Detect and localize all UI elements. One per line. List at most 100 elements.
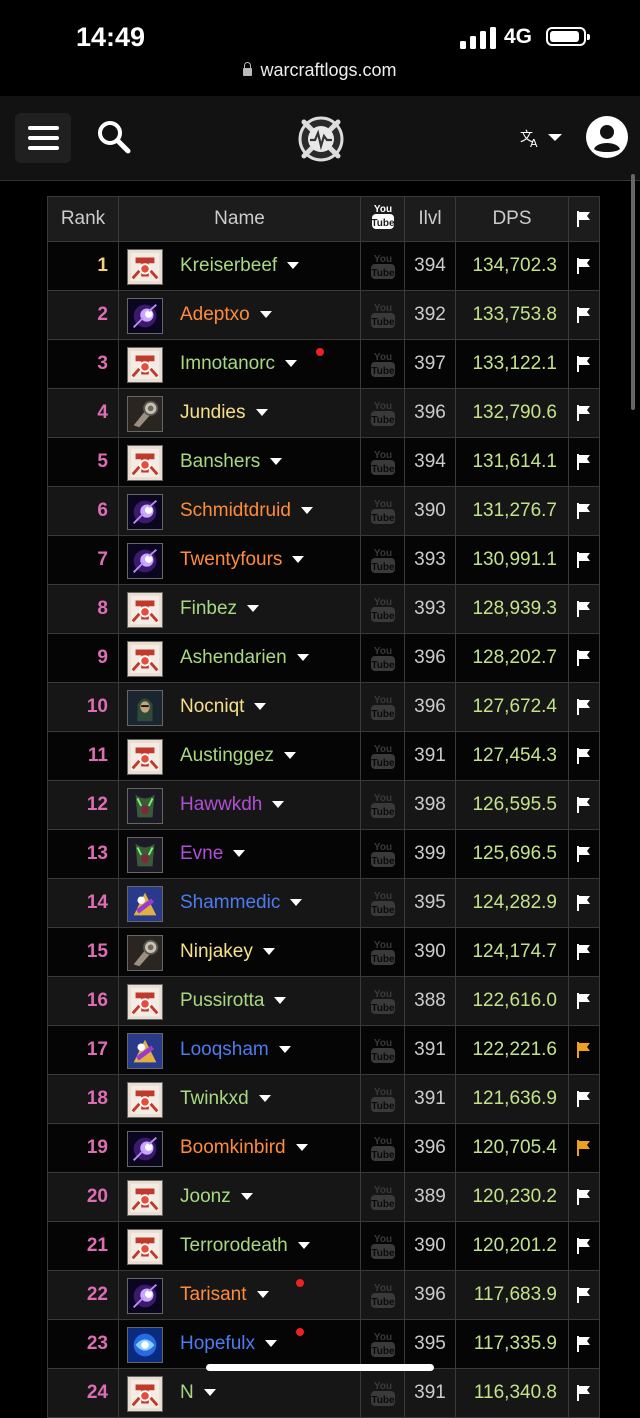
player-cell[interactable]: Kreiserbeef xyxy=(118,241,361,291)
flag-cell[interactable] xyxy=(568,1123,600,1173)
chevron-down-icon[interactable] xyxy=(290,899,303,907)
player-cell[interactable]: Finbez xyxy=(118,584,361,634)
header-ilvl[interactable]: Ilvl xyxy=(404,196,456,242)
flag-icon[interactable] xyxy=(577,1384,591,1401)
youtube-icon[interactable]: You Tube xyxy=(370,1280,396,1310)
player-name-link[interactable]: Finbez xyxy=(180,598,260,620)
flag-icon[interactable] xyxy=(577,404,591,421)
chevron-down-icon[interactable] xyxy=(256,1291,269,1299)
flag-cell[interactable] xyxy=(568,1270,600,1320)
player-cell[interactable]: Hopefulx xyxy=(118,1319,361,1369)
chevron-down-icon[interactable] xyxy=(203,1389,216,1397)
flag-icon[interactable] xyxy=(577,698,591,715)
chevron-down-icon[interactable] xyxy=(240,1193,253,1201)
flag-cell[interactable] xyxy=(568,878,600,928)
flag-icon[interactable] xyxy=(577,894,591,911)
youtube-cell[interactable]: You Tube xyxy=(360,241,405,291)
youtube-cell[interactable]: You Tube xyxy=(360,976,405,1026)
header-rank[interactable]: Rank xyxy=(47,196,119,242)
search-icon[interactable] xyxy=(96,119,132,155)
chevron-down-icon[interactable] xyxy=(254,703,267,711)
menu-button[interactable] xyxy=(15,113,71,163)
youtube-cell[interactable]: You Tube xyxy=(360,290,405,340)
youtube-cell[interactable]: You Tube xyxy=(360,731,405,781)
flag-icon[interactable] xyxy=(577,992,591,1009)
chevron-down-icon[interactable] xyxy=(300,507,313,515)
table-row[interactable]: 20 Joonz You Tube 389 120,230.2 xyxy=(47,1172,600,1222)
player-cell[interactable]: Jundies xyxy=(118,388,361,438)
table-row[interactable]: 11 Austinggez You Tube 391 127,454.3 xyxy=(47,731,600,781)
youtube-icon[interactable]: You Tube xyxy=(370,643,396,673)
player-name-link[interactable]: N xyxy=(180,1382,216,1404)
chevron-down-icon[interactable] xyxy=(296,654,309,662)
chevron-down-icon[interactable] xyxy=(285,360,298,368)
flag-icon[interactable] xyxy=(577,1286,591,1303)
youtube-cell[interactable]: You Tube xyxy=(360,1368,405,1418)
youtube-icon[interactable]: You Tube xyxy=(370,447,396,477)
warcraftlogs-logo-icon[interactable] xyxy=(296,114,346,164)
player-cell[interactable]: Terrorodeath xyxy=(118,1221,361,1271)
youtube-icon[interactable]: You Tube xyxy=(370,1378,396,1408)
chevron-down-icon[interactable] xyxy=(287,262,300,270)
flag-icon[interactable] xyxy=(577,1139,591,1156)
player-cell[interactable]: Schmidtdruid xyxy=(118,486,361,536)
youtube-icon[interactable]: You Tube xyxy=(370,1133,396,1163)
chevron-down-icon[interactable] xyxy=(262,948,275,956)
youtube-cell[interactable]: You Tube xyxy=(360,1319,405,1369)
flag-icon[interactable] xyxy=(577,453,591,470)
player-cell[interactable]: Boomkinbird xyxy=(118,1123,361,1173)
flag-icon[interactable] xyxy=(577,1041,591,1058)
chevron-down-icon[interactable] xyxy=(274,997,287,1005)
table-row[interactable]: 15 Ninjakey You Tube 390 124,174.7 xyxy=(47,927,600,977)
flag-cell[interactable] xyxy=(568,1025,600,1075)
table-row[interactable]: 21 Terrorodeath You Tube 390 120,201.2 xyxy=(47,1221,600,1271)
youtube-cell[interactable]: You Tube xyxy=(360,535,405,585)
table-row[interactable]: 13 Evne You Tube 399 125,696.5 xyxy=(47,829,600,879)
player-cell[interactable]: Austinggez xyxy=(118,731,361,781)
player-cell[interactable]: Adeptxo xyxy=(118,290,361,340)
youtube-cell[interactable]: You Tube xyxy=(360,1025,405,1075)
flag-cell[interactable] xyxy=(568,1319,600,1369)
table-row[interactable]: 2 Adeptxo You Tube 392 133,753.8 xyxy=(47,290,600,340)
player-name-link[interactable]: Looqsham xyxy=(180,1039,291,1061)
flag-icon[interactable] xyxy=(577,796,591,813)
flag-icon[interactable] xyxy=(577,355,591,372)
chevron-down-icon[interactable] xyxy=(265,1340,277,1348)
youtube-cell[interactable]: You Tube xyxy=(360,339,405,389)
player-name-link[interactable]: Pussirotta xyxy=(180,990,287,1012)
youtube-cell[interactable]: You Tube xyxy=(360,927,405,977)
flag-icon[interactable] xyxy=(577,649,591,666)
youtube-cell[interactable]: You Tube xyxy=(360,1270,405,1320)
table-row[interactable]: 7 Twentyfours You Tube 393 130,991.1 xyxy=(47,535,600,585)
youtube-icon[interactable]: You Tube xyxy=(370,398,396,428)
player-name-link[interactable]: Twinkxd xyxy=(180,1088,271,1110)
flag-icon[interactable] xyxy=(577,257,591,274)
youtube-icon[interactable]: You Tube xyxy=(370,986,396,1016)
player-name-link[interactable]: Boomkinbird xyxy=(180,1137,308,1159)
table-row[interactable]: 10 Nocniqt You Tube 396 127,672.4 xyxy=(47,682,600,732)
player-name-link[interactable]: Evne xyxy=(180,843,246,865)
player-name-link[interactable]: Schmidtdruid xyxy=(180,500,313,522)
player-name-link[interactable]: Nocniqt xyxy=(180,696,267,718)
flag-cell[interactable] xyxy=(568,584,600,634)
flag-cell[interactable] xyxy=(568,388,600,438)
flag-icon[interactable] xyxy=(577,1335,591,1352)
flag-cell[interactable] xyxy=(568,535,600,585)
table-row[interactable]: 12 Hawwkdh You Tube 398 126,595.5 xyxy=(47,780,600,830)
flag-icon[interactable] xyxy=(577,943,591,960)
table-row[interactable]: 24 N You Tube 391 116,340.8 xyxy=(47,1368,600,1418)
player-name-link[interactable]: Adeptxo xyxy=(180,304,272,326)
chevron-down-icon[interactable] xyxy=(259,311,272,319)
flag-icon[interactable] xyxy=(577,502,591,519)
flag-cell[interactable] xyxy=(568,290,600,340)
flag-icon[interactable] xyxy=(577,1237,591,1254)
player-cell[interactable]: Banshers xyxy=(118,437,361,487)
player-cell[interactable]: Looqsham xyxy=(118,1025,361,1075)
player-name-link[interactable]: Austinggez xyxy=(180,745,297,767)
flag-cell[interactable] xyxy=(568,1221,600,1271)
youtube-icon[interactable]: You Tube xyxy=(370,1329,396,1359)
player-cell[interactable]: Ninjakey xyxy=(118,927,361,977)
table-row[interactable]: 1 Kreiserbeef You Tube 394 134,702.3 xyxy=(47,241,600,291)
youtube-cell[interactable]: You Tube xyxy=(360,437,405,487)
player-name-link[interactable]: Ashendarien xyxy=(180,647,309,669)
